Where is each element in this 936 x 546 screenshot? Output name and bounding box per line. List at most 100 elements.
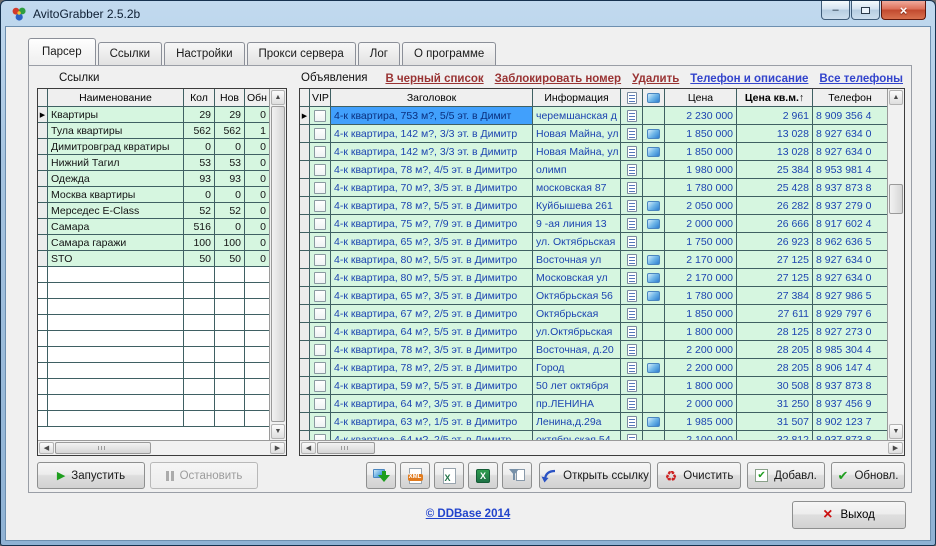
minimize-button[interactable]: – [821, 1, 850, 20]
vip-checkbox[interactable] [314, 200, 326, 212]
document-icon[interactable] [627, 182, 637, 194]
image-icon[interactable] [647, 201, 660, 211]
blacklist-link[interactable]: В черный список [385, 73, 483, 85]
column-updated[interactable]: Обн [245, 89, 269, 107]
maximize-button[interactable] [851, 1, 880, 20]
image-icon[interactable] [647, 363, 660, 373]
link-row[interactable]: Самара гаражи 100 100 0 [38, 235, 269, 251]
document-icon[interactable] [627, 110, 637, 122]
document-icon[interactable] [627, 272, 637, 284]
column-title[interactable]: Заголовок [331, 89, 533, 107]
vip-checkbox[interactable] [314, 416, 326, 428]
ad-row[interactable]: 4-к квартира, 142 м?, 3/3 эт. в Димитр Н… [300, 125, 887, 143]
exit-button[interactable]: × Выход [792, 501, 906, 529]
ad-row[interactable]: 4-к квартира, 80 м?, 5/5 эт. в Димитро В… [300, 251, 887, 269]
tab-about[interactable]: О программе [402, 42, 496, 65]
column-count[interactable]: Кол [184, 89, 215, 107]
image-icon[interactable] [647, 255, 660, 265]
link-row[interactable]: Одежда 93 93 0 [38, 171, 269, 187]
image-icon[interactable] [647, 417, 660, 427]
clear-button[interactable]: ♻ Очистить [657, 462, 741, 489]
image-icon[interactable] [647, 147, 660, 157]
ad-row[interactable]: 4-к квартира, 63 м?, 1/5 эт. в Димитро Л… [300, 413, 887, 431]
vip-checkbox[interactable] [314, 398, 326, 410]
ad-row[interactable]: 4-к квартира, 70 м?, 3/5 эт. в Димитро м… [300, 179, 887, 197]
column-name[interactable]: Наименование [48, 89, 184, 107]
scroll-down-icon[interactable]: ▼ [271, 424, 285, 439]
link-row[interactable]: STO 50 50 0 [38, 251, 269, 267]
scroll-right-icon[interactable]: ▶ [888, 442, 903, 454]
ad-row[interactable]: 4-к квартира, 64 м?, 2/5 эт. в Димитр ок… [300, 431, 887, 440]
ads-vscroll-thumb[interactable] [889, 184, 903, 214]
column-info[interactable]: Информация [533, 89, 621, 107]
link-row[interactable]: Мерседес E-Class 52 52 0 [38, 203, 269, 219]
document-icon[interactable] [627, 218, 637, 230]
ddbase-link[interactable]: © DDBase 2014 [426, 508, 511, 520]
scroll-up-icon[interactable]: ▲ [271, 90, 285, 105]
document-icon[interactable] [627, 398, 637, 410]
tab-parser[interactable]: Парсер [28, 38, 96, 65]
column-phone[interactable]: Телефон [813, 89, 887, 107]
ads-horizontal-scrollbar[interactable]: ◀ ▶ [300, 440, 904, 455]
ad-row[interactable]: 4-к квартира, 65 м?, 3/5 эт. в Димитро у… [300, 233, 887, 251]
links-hscroll-thumb[interactable] [55, 442, 151, 454]
link-row[interactable]: Димитровград квратиры 0 0 0 [38, 139, 269, 155]
vip-checkbox[interactable] [314, 146, 326, 158]
document-icon[interactable] [627, 380, 637, 392]
vip-checkbox[interactable] [314, 164, 326, 176]
block-number-link[interactable]: Заблокировать номер [495, 73, 621, 85]
ad-row[interactable]: 4-к квартира, 142 м?, 3/3 эт. в Димитр Н… [300, 143, 887, 161]
vip-checkbox[interactable] [314, 254, 326, 266]
document-icon[interactable] [627, 254, 637, 266]
document-icon[interactable] [627, 164, 637, 176]
link-row[interactable] [38, 363, 269, 379]
document-icon[interactable] [627, 326, 637, 338]
ad-row[interactable]: 4-к квартира, 78 м?, 3/5 эт. в Димитро В… [300, 341, 887, 359]
ad-row[interactable]: 4-к квартира, 75 м?, 7/9 эт. в Димитро 9… [300, 215, 887, 233]
document-icon[interactable] [627, 344, 637, 356]
link-row[interactable] [38, 331, 269, 347]
link-row[interactable]: Самара 516 0 0 [38, 219, 269, 235]
image-icon[interactable] [647, 219, 660, 229]
vip-checkbox[interactable] [314, 290, 326, 302]
scroll-left-icon[interactable]: ◀ [301, 442, 316, 454]
open-in-excel-button[interactable]: X [468, 462, 498, 489]
filter-button[interactable] [502, 462, 532, 489]
image-icon[interactable] [647, 273, 660, 283]
add-mode-button[interactable]: ✔ Добавл. [747, 462, 825, 489]
link-row[interactable]: Тула квартиры 562 562 1 [38, 123, 269, 139]
vip-checkbox[interactable] [314, 128, 326, 140]
link-row[interactable]: Квартиры 29 29 0 [38, 107, 269, 123]
vip-checkbox[interactable] [314, 362, 326, 374]
document-icon[interactable] [627, 200, 637, 212]
document-icon[interactable] [627, 146, 637, 158]
link-row[interactable] [38, 315, 269, 331]
vip-checkbox[interactable] [314, 236, 326, 248]
phone-description-link[interactable]: Телефон и описание [690, 73, 808, 85]
vip-checkbox[interactable] [314, 272, 326, 284]
tab-settings[interactable]: Настройки [164, 42, 244, 65]
ad-row[interactable]: 4-к квартира, 78 м?, 4/5 эт. в Димитро о… [300, 161, 887, 179]
all-phones-link[interactable]: Все телефоны [819, 73, 903, 85]
link-row[interactable] [38, 347, 269, 363]
column-image[interactable] [643, 89, 665, 107]
column-vip[interactable]: VIP [310, 89, 331, 107]
scroll-down-icon[interactable]: ▼ [889, 424, 903, 439]
tab-proxy-servers[interactable]: Прокси сервера [247, 42, 356, 65]
delete-link[interactable]: Удалить [632, 73, 679, 85]
vip-checkbox[interactable] [314, 344, 326, 356]
tab-links[interactable]: Ссылки [98, 42, 163, 65]
link-row[interactable]: Нижний Тагил 53 53 0 [38, 155, 269, 171]
download-images-button[interactable] [366, 462, 396, 489]
ads-hscroll-thumb[interactable] [317, 442, 375, 454]
export-excel-file-button[interactable]: X [434, 462, 464, 489]
ad-row[interactable]: 4-к квартира, 80 м?, 5/5 эт. в Димитро М… [300, 269, 887, 287]
link-row[interactable] [38, 379, 269, 395]
document-icon[interactable] [627, 236, 637, 248]
export-xml-button[interactable]: XML [400, 462, 430, 489]
document-icon[interactable] [627, 308, 637, 320]
link-row[interactable] [38, 411, 269, 427]
vip-checkbox[interactable] [314, 110, 326, 122]
open-link-button[interactable]: Открыть ссылку [539, 462, 651, 489]
document-icon[interactable] [627, 128, 637, 140]
